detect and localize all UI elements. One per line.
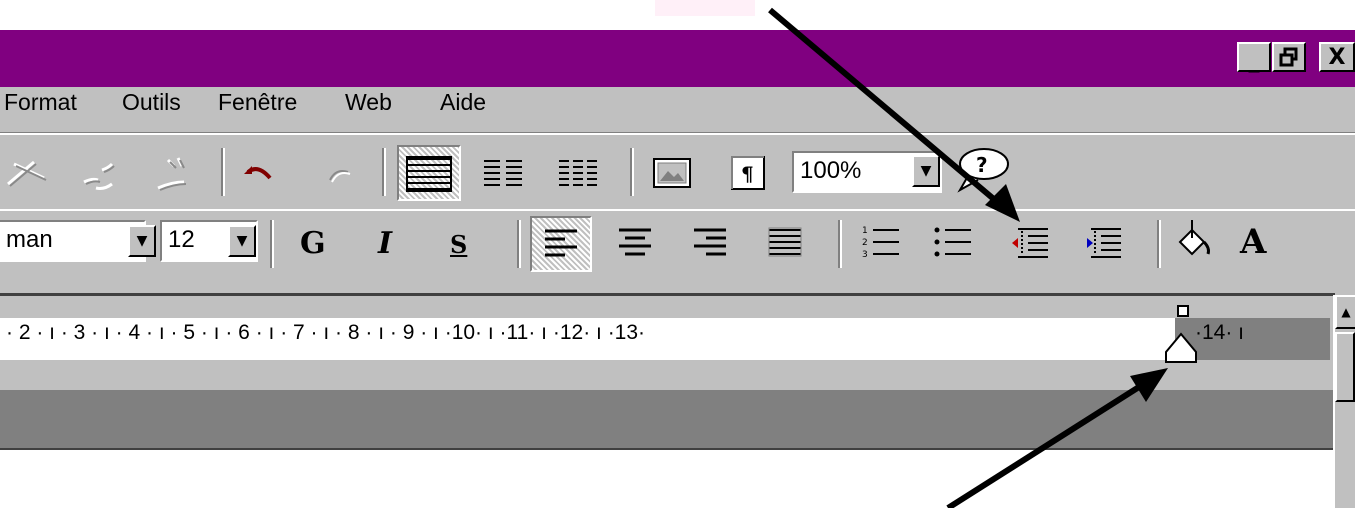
arrow-head-bottom: [1130, 368, 1168, 402]
arrow-line-top: [768, 7, 1004, 209]
arrow-head-top: [985, 184, 1020, 222]
arrow-line-bottom: [946, 377, 1152, 508]
annotation-arrows: [768, 7, 1168, 508]
